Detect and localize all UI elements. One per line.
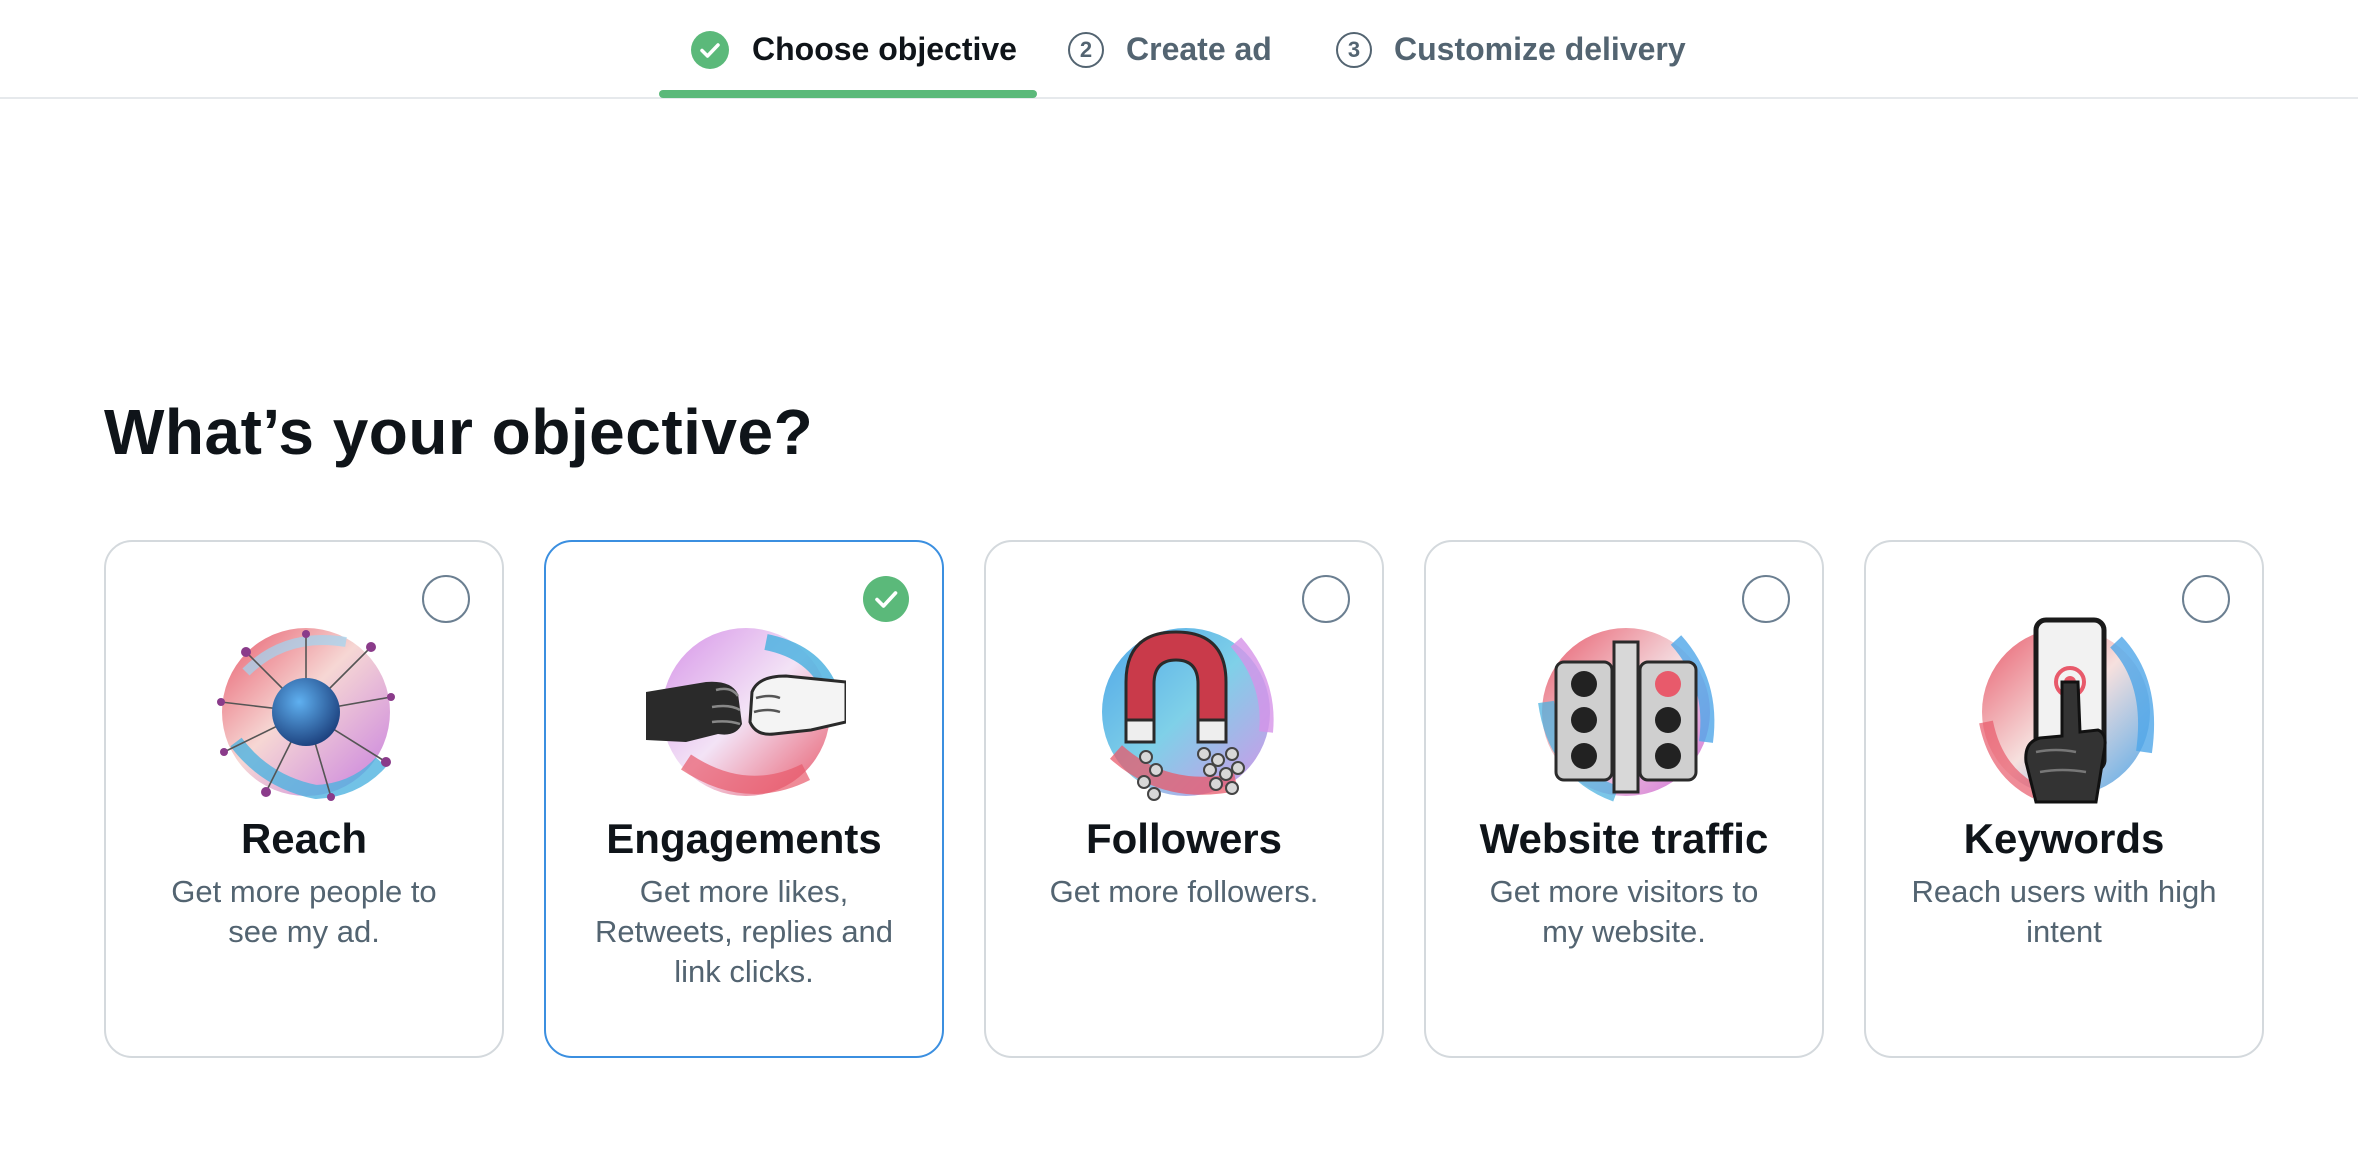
check-circle-icon <box>690 30 730 70</box>
objective-description: Get more people to see my ad. <box>171 874 437 949</box>
step-label: Customize delivery <box>1394 31 1686 67</box>
fist-bump-icon <box>646 612 848 812</box>
objective-card-website-traffic[interactable]: Website traffic Get more visitors to my … <box>1424 540 1824 1058</box>
step-number: 2 <box>1068 31 1104 68</box>
objective-stepper: Choose objective 2 Create ad 3 Customize… <box>0 0 2358 99</box>
radio-button[interactable] <box>1742 575 1790 623</box>
radio-button[interactable] <box>422 575 470 623</box>
check-circle-icon <box>863 576 909 622</box>
step-number: 3 <box>1336 31 1372 68</box>
step-label: Choose objective <box>752 31 1017 67</box>
traffic-light-icon <box>1526 612 1726 812</box>
objective-description: Get more visitors to my website. <box>1489 874 1759 949</box>
phone-tap-icon <box>1966 612 2166 812</box>
step-customize-delivery[interactable]: 3 Customize delivery <box>1336 0 1686 99</box>
objective-card-engagements[interactable]: Engagements Get more likes, Retweets, re… <box>544 540 944 1058</box>
objective-title: Engagements <box>606 815 882 862</box>
active-step-indicator <box>659 90 1037 98</box>
objective-card-followers[interactable]: Followers Get more followers. <box>984 540 1384 1058</box>
magnet-icon <box>1086 612 1286 812</box>
objective-title: Keywords <box>1963 815 2165 862</box>
objective-title: Followers <box>1085 815 1283 862</box>
objective-description: Get more followers. <box>1049 874 1319 909</box>
radio-button-checked[interactable] <box>862 575 910 623</box>
objective-title: Website traffic <box>1479 815 1769 862</box>
step-create-ad[interactable]: 2 Create ad <box>1068 0 1272 99</box>
objective-description: Get more likes, Retweets, replies and li… <box>594 874 894 989</box>
page-title: What’s your objective? <box>104 396 814 468</box>
radio-button[interactable] <box>2182 575 2230 623</box>
network-globe-icon <box>206 612 406 812</box>
objective-card-keywords[interactable]: Keywords Reach users with high intent <box>1864 540 2264 1058</box>
objective-card-reach[interactable]: Reach Get more people to see my ad. <box>104 540 504 1058</box>
step-label: Create ad <box>1126 31 1272 67</box>
objective-description: Reach users with high intent <box>1911 874 2217 949</box>
radio-button[interactable] <box>1302 575 1350 623</box>
objective-title: Reach <box>240 815 368 862</box>
step-choose-objective[interactable]: Choose objective <box>690 0 1017 99</box>
